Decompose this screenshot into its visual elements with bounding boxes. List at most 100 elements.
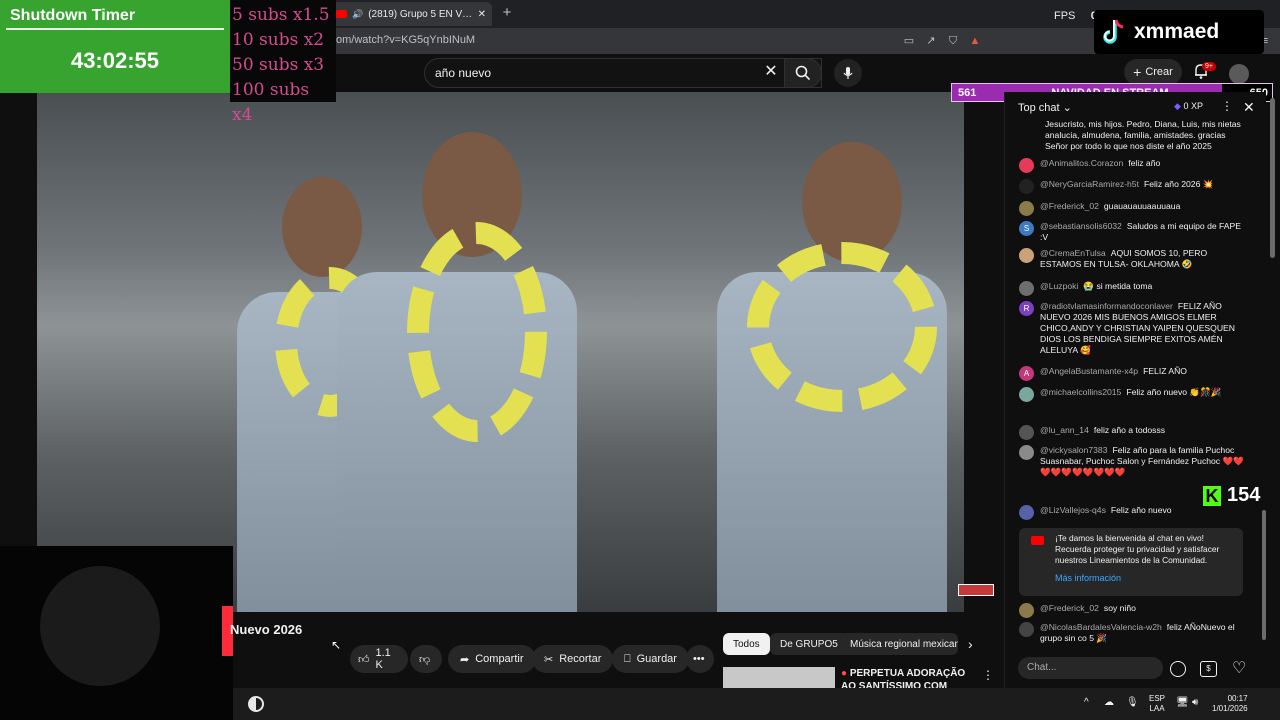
channel-watermark	[958, 584, 994, 596]
clip-button[interactable]: ✂ Recortar	[532, 645, 614, 673]
cast-icon[interactable]: ▭	[902, 34, 916, 48]
tray-expand-icon[interactable]: ^	[1084, 697, 1089, 708]
chat-message: @NeryGarciaRamirez-h5t Feliz año 2026 💥	[1019, 179, 1245, 194]
heart-icon[interactable]: ♡	[1232, 658, 1246, 678]
more-actions-button[interactable]: •••	[686, 645, 714, 673]
share-icon[interactable]: ↗	[924, 34, 938, 48]
more-info-link[interactable]: Más información	[1055, 573, 1121, 583]
chat-author[interactable]: @Animalitos.Corazon	[1040, 158, 1123, 168]
chat-message-body: @Luzpoki 😭 si metida toma	[1040, 281, 1152, 296]
cloud-icon[interactable]: ☁	[1104, 697, 1114, 708]
chat-message-body: @radiotvlamasinformandoconlaver FELIZ AÑO…	[1040, 301, 1245, 356]
chat-scrollbar[interactable]	[1262, 510, 1266, 640]
chip-channel[interactable]: De GRUPO5	[770, 633, 848, 655]
language-indicator[interactable]: ESP LAA	[1149, 694, 1165, 714]
chat-avatar[interactable]	[1019, 387, 1034, 402]
chat-author[interactable]: @lu_ann_14	[1040, 425, 1089, 435]
chat-author[interactable]: @AngelaBustamante-x4p	[1040, 366, 1138, 376]
brave-rewards-icon[interactable]: ▲	[968, 34, 982, 48]
tiktok-logo-icon	[1102, 18, 1126, 46]
chat-avatar[interactable]	[1019, 445, 1034, 460]
chat-avatar[interactable]	[1019, 179, 1034, 194]
chat-author[interactable]: @radiotvlamasinformandoconlaver	[1040, 301, 1173, 311]
chat-message: @Luzpoki 😭 si metida toma	[1019, 281, 1245, 296]
chat-author[interactable]: @vickysalon7383	[1040, 445, 1107, 455]
account-avatar[interactable]	[1229, 64, 1249, 84]
goal-current: 561	[958, 86, 977, 99]
app-launcher-icon[interactable]	[248, 696, 264, 712]
chat-avatar[interactable]	[1019, 425, 1034, 440]
chat-avatar[interactable]: A	[1019, 366, 1034, 381]
top-chat-label: Top chat	[1018, 102, 1060, 114]
chat-avatar[interactable]	[1019, 281, 1034, 296]
notice-text: ¡Te damos la bienvenida al chat en vivo!…	[1055, 533, 1220, 565]
save-button[interactable]: ⎕ Guardar	[612, 645, 689, 673]
voice-search-button[interactable]	[834, 59, 862, 87]
chat-message: R @radiotvlamasinformandoconlaver FELIZ AÑ…	[1019, 301, 1245, 356]
system-clock[interactable]: 00:17 1/01/2026	[1212, 694, 1248, 714]
mic-tray-icon[interactable]: 🎙︎	[1126, 697, 1139, 708]
chat-menu-icon[interactable]: ⋮	[1221, 99, 1233, 113]
chat-avatar[interactable]	[1019, 622, 1034, 637]
xp-indicator[interactable]: ◆ 0 XP	[1174, 101, 1203, 112]
create-button[interactable]: + Crear	[1124, 59, 1182, 85]
chat-author[interactable]: @sebastiansolis6032	[1040, 221, 1122, 231]
timer-divider	[6, 28, 224, 30]
chat-author[interactable]: @michaelcollins2015	[1040, 387, 1121, 397]
chat-avatar[interactable]	[1019, 603, 1034, 618]
chip-all[interactable]: Todos	[723, 633, 770, 655]
chat-avatar[interactable]	[1019, 505, 1034, 520]
chat-avatar[interactable]	[1019, 248, 1034, 263]
flower-lei-center	[407, 222, 547, 442]
network-icon[interactable]: 🖥︎	[1176, 697, 1189, 708]
new-tab-button[interactable]: +	[498, 4, 516, 22]
super-chat-icon[interactable]: $	[1200, 661, 1217, 677]
top-chat-dropdown[interactable]: Top chat ⌄	[1018, 101, 1072, 114]
chat-avatar[interactable]: R	[1019, 301, 1034, 316]
chat-message: @Frederick_02 soy niño	[1019, 603, 1245, 618]
brave-shield-icon[interactable]: ⛉	[946, 34, 960, 48]
subs-tier: 100 subs x4	[232, 80, 310, 125]
search-button[interactable]	[784, 58, 822, 88]
chips-next-icon[interactable]: ›	[968, 636, 973, 652]
os-taskbar	[233, 688, 1280, 720]
chevron-down-icon: ⌄	[1062, 102, 1072, 114]
chat-close-icon[interactable]: ✕	[1243, 99, 1255, 116]
plus-icon: +	[1133, 64, 1142, 80]
chat-avatar[interactable]	[1019, 201, 1034, 216]
page-scrollbar[interactable]	[1270, 98, 1275, 258]
browser-tab[interactable]: 🔊 (2819) Grupo 5 EN VIVO | Con ✕	[330, 2, 492, 26]
chat-message: @michaelcollins2015 Feliz año nuevo 👏🎊🎉	[1019, 387, 1245, 402]
dislike-button[interactable]: 👎︎	[410, 645, 442, 673]
volume-icon[interactable]: 🔊︎	[1192, 697, 1198, 708]
chat-author[interactable]: @Luzpoki	[1040, 281, 1078, 291]
chat-message: A @AngelaBustamante-x4p FELIZ AÑO	[1019, 366, 1245, 381]
chat-author[interactable]: @CremaEnTulsa	[1040, 248, 1106, 258]
emoji-icon[interactable]	[1170, 661, 1186, 677]
share-button[interactable]: ➦ Compartir	[448, 645, 536, 673]
chat-author[interactable]: @NicolasBardalesValencia-w2h	[1040, 622, 1162, 632]
chat-input[interactable]: Chat...	[1018, 657, 1163, 679]
chat-avatar[interactable]	[1019, 158, 1034, 173]
chip-genre[interactable]: Música regional mexicana	[840, 633, 958, 655]
url-text[interactable]: om/watch?v=KG5qYnbINuM	[336, 34, 475, 46]
chat-message-body: @Animalitos.Corazon feliz año	[1040, 158, 1160, 173]
more-icon: •••	[693, 653, 705, 665]
chat-author[interactable]: @Frederick_02	[1040, 201, 1099, 211]
chat-avatar[interactable]: S	[1019, 221, 1034, 236]
subs-multiplier-list: 5 subs x1.5 10 subs x2 50 subs x3 100 su…	[230, 0, 336, 125]
microphone-icon	[843, 67, 853, 79]
chat-text: 😭 si metida toma	[1083, 281, 1153, 291]
chat-author[interactable]: @NeryGarciaRamirez-h5t	[1040, 179, 1139, 189]
recommended-menu-icon[interactable]: ⋮	[982, 668, 994, 682]
chat-author[interactable]: @LizVallejos-q4s	[1040, 505, 1106, 515]
search-clear-icon[interactable]: ✕	[762, 62, 780, 82]
webcam-overlay	[0, 546, 233, 720]
video-player[interactable]	[37, 92, 964, 612]
chat-message-body: @sebastiansolis6032 Saludos a mi equipo d…	[1040, 221, 1245, 243]
save-label: Guardar	[636, 653, 677, 665]
kick-count: 154	[1227, 484, 1261, 506]
tab-close-icon[interactable]: ✕	[478, 9, 486, 20]
like-button[interactable]: 👍︎ 1.1 K	[350, 645, 408, 673]
chat-author[interactable]: @Frederick_02	[1040, 603, 1099, 613]
